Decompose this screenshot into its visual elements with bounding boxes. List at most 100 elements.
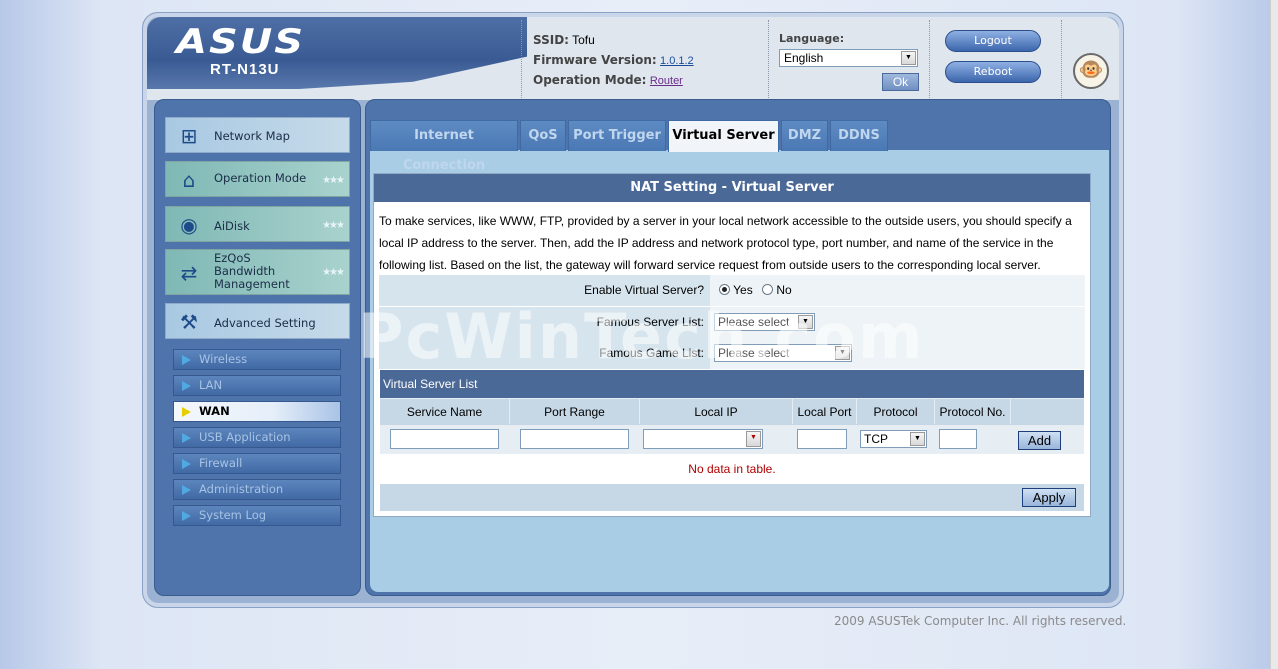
- opmode-label: Operation Mode:: [533, 73, 647, 87]
- menu-label: EzQoS Bandwidth Management: [214, 251, 290, 291]
- apply-button[interactable]: Apply: [1022, 488, 1076, 507]
- sidebar-item-lan[interactable]: LAN: [173, 375, 341, 396]
- protocol-select[interactable]: TCP ▼: [860, 430, 927, 448]
- disk-icon: ◉: [180, 213, 198, 237]
- opmode-row: Operation Mode: Router: [533, 73, 683, 87]
- tab-ddns[interactable]: DDNS: [830, 120, 888, 151]
- arrow-icon: [182, 511, 191, 521]
- add-entry-row: ▼ TCP ▼ Add: [380, 424, 1084, 454]
- sidebar-item-system-log[interactable]: System Log: [173, 505, 341, 526]
- mascot-icon: 🐵: [1073, 53, 1109, 89]
- chevron-down-icon[interactable]: ▼: [910, 432, 925, 446]
- virtual-server-list-title: Virtual Server List: [380, 370, 1084, 398]
- arrow-icon: [182, 355, 191, 365]
- star-icon: ★★★: [322, 220, 345, 231]
- radio-no[interactable]: [762, 284, 773, 295]
- language-value: English: [784, 51, 824, 65]
- tab-dmz[interactable]: DMZ: [781, 120, 828, 151]
- sidebar-item-label: USB Application: [199, 430, 291, 444]
- firmware-row: Firmware Version: 1.0.1.2: [533, 53, 694, 67]
- sidebar-item-label: Wireless: [199, 352, 248, 366]
- firmware-link[interactable]: 1.0.1.2: [660, 55, 694, 67]
- port-range-input[interactable]: [520, 429, 629, 449]
- protocol-no-input[interactable]: [939, 429, 977, 449]
- menu-ezqos[interactable]: ⇄ EzQoS Bandwidth Management ★★★: [165, 249, 350, 295]
- local-ip-combo[interactable]: ▼: [643, 429, 763, 449]
- menu-operation-mode[interactable]: ⌂ Operation Mode ★★★: [165, 161, 350, 197]
- chevron-down-icon[interactable]: ▼: [901, 51, 916, 65]
- reboot-button[interactable]: Reboot: [945, 61, 1041, 83]
- col-local-ip: Local IP: [640, 399, 793, 425]
- local-port-input[interactable]: [797, 429, 847, 449]
- sidebar-item-label: System Log: [199, 508, 267, 522]
- tab-qos[interactable]: QoS: [520, 120, 566, 151]
- page-title: NAT Setting - Virtual Server: [374, 174, 1090, 202]
- asus-logo: ASUS: [176, 22, 306, 62]
- menu-label: AiDisk: [214, 219, 250, 233]
- famous-game-row: Famous Game List: Please select ▼: [379, 338, 1085, 369]
- sidebar-item-usb-application[interactable]: USB Application: [173, 427, 341, 448]
- network-map-icon: ⊞: [180, 124, 198, 148]
- enable-label: Enable Virtual Server?: [379, 275, 710, 306]
- col-protocol: Protocol: [857, 399, 935, 425]
- star-icon: ★★★: [322, 267, 345, 278]
- apply-row: Apply: [380, 484, 1084, 511]
- col-service-name: Service Name: [380, 399, 510, 425]
- famous-server-selected: Please select: [718, 315, 790, 329]
- arrow-icon: [182, 381, 191, 391]
- sidebar-item-label: LAN: [199, 378, 223, 392]
- chevron-down-icon[interactable]: ▼: [746, 431, 761, 447]
- sidebar-item-wireless[interactable]: Wireless: [173, 349, 341, 370]
- window-scrollbar[interactable]: [1270, 0, 1278, 669]
- famous-game-select[interactable]: Please select ▼: [714, 344, 852, 362]
- sidebar-item-label: Administration: [199, 482, 284, 496]
- opmode-link[interactable]: Router: [650, 75, 683, 87]
- yes-option[interactable]: Yes: [719, 283, 753, 297]
- famous-game-value: Please select ▼: [710, 338, 1085, 369]
- no-option[interactable]: No: [762, 283, 792, 297]
- ssid-value: Tofu: [572, 33, 595, 47]
- language-select[interactable]: English ▼: [779, 49, 918, 67]
- tab-internet-connection[interactable]: Internet Connection: [370, 120, 518, 173]
- header-divider: [929, 20, 930, 98]
- no-label: No: [776, 283, 792, 297]
- sidebar-item-firewall[interactable]: Firewall: [173, 453, 341, 474]
- yes-label: Yes: [733, 283, 753, 297]
- menu-label: Advanced Setting: [214, 316, 316, 330]
- famous-server-select[interactable]: Please select ▼: [714, 313, 815, 331]
- header-divider: [521, 20, 522, 98]
- chevron-down-icon[interactable]: ▼: [798, 315, 813, 329]
- sidebar-item-administration[interactable]: Administration: [173, 479, 341, 500]
- tab-virtual-server[interactable]: Virtual Server: [668, 120, 779, 152]
- logout-button[interactable]: Logout: [945, 30, 1041, 52]
- service-name-input[interactable]: [390, 429, 499, 449]
- header-divider: [1061, 20, 1062, 98]
- famous-server-value: Please select ▼: [710, 307, 1085, 338]
- empty-table-message: No data in table.: [380, 455, 1084, 484]
- ssid-row: SSID: Tofu: [533, 33, 595, 47]
- famous-game-selected: Please select: [718, 346, 790, 360]
- ssid-label: SSID:: [533, 33, 569, 47]
- sidebar-item-wan[interactable]: WAN: [173, 401, 341, 422]
- language-ok-button[interactable]: Ok: [882, 73, 919, 91]
- menu-aidisk[interactable]: ◉ AiDisk ★★★: [165, 206, 350, 242]
- arrow-icon: [182, 459, 191, 469]
- bandwidth-icon: ⇄: [180, 261, 198, 285]
- chevron-down-icon[interactable]: ▼: [835, 346, 850, 360]
- famous-server-row: Famous Server List: Please select ▼: [379, 307, 1085, 338]
- menu-label: Operation Mode: [214, 171, 307, 185]
- menu-network-map[interactable]: ⊞ Network Map: [165, 117, 350, 153]
- add-button[interactable]: Add: [1018, 431, 1061, 450]
- radio-yes[interactable]: [719, 284, 730, 295]
- sidebar-item-label: Firewall: [199, 456, 243, 470]
- router-icon: ⌂: [182, 168, 196, 192]
- tab-port-trigger[interactable]: Port Trigger: [568, 120, 666, 151]
- enable-value: Yes No: [710, 275, 1085, 306]
- menu-advanced-setting[interactable]: ⚒ Advanced Setting: [165, 303, 350, 339]
- enable-row: Enable Virtual Server? Yes No: [379, 275, 1085, 306]
- header-divider: [768, 20, 769, 98]
- col-port-range: Port Range: [510, 399, 640, 425]
- protocol-selected: TCP: [864, 432, 888, 446]
- menu-label: Network Map: [214, 129, 290, 143]
- tools-icon: ⚒: [180, 310, 198, 334]
